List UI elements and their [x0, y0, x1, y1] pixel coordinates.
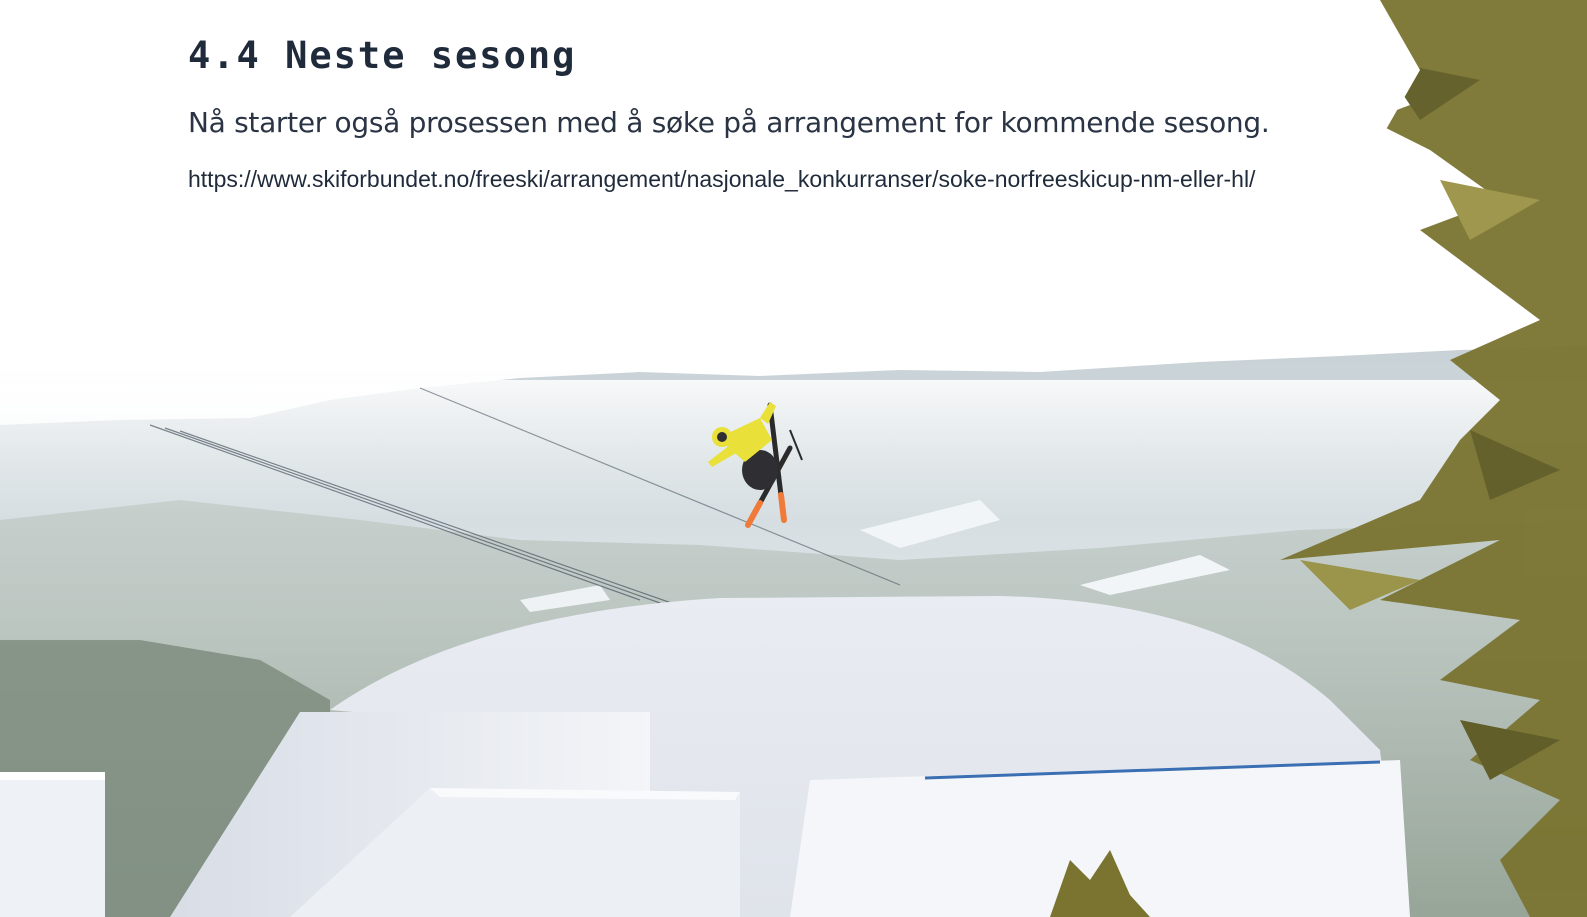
- application-link[interactable]: https://www.skiforbundet.no/freeski/arra…: [188, 166, 1255, 193]
- intro-paragraph: Nå starter også prosessen med å søke på …: [188, 106, 1270, 139]
- page: 4.4 Neste sesong Nå starter også prosess…: [0, 0, 1587, 917]
- section-heading: 4.4 Neste sesong: [188, 34, 577, 77]
